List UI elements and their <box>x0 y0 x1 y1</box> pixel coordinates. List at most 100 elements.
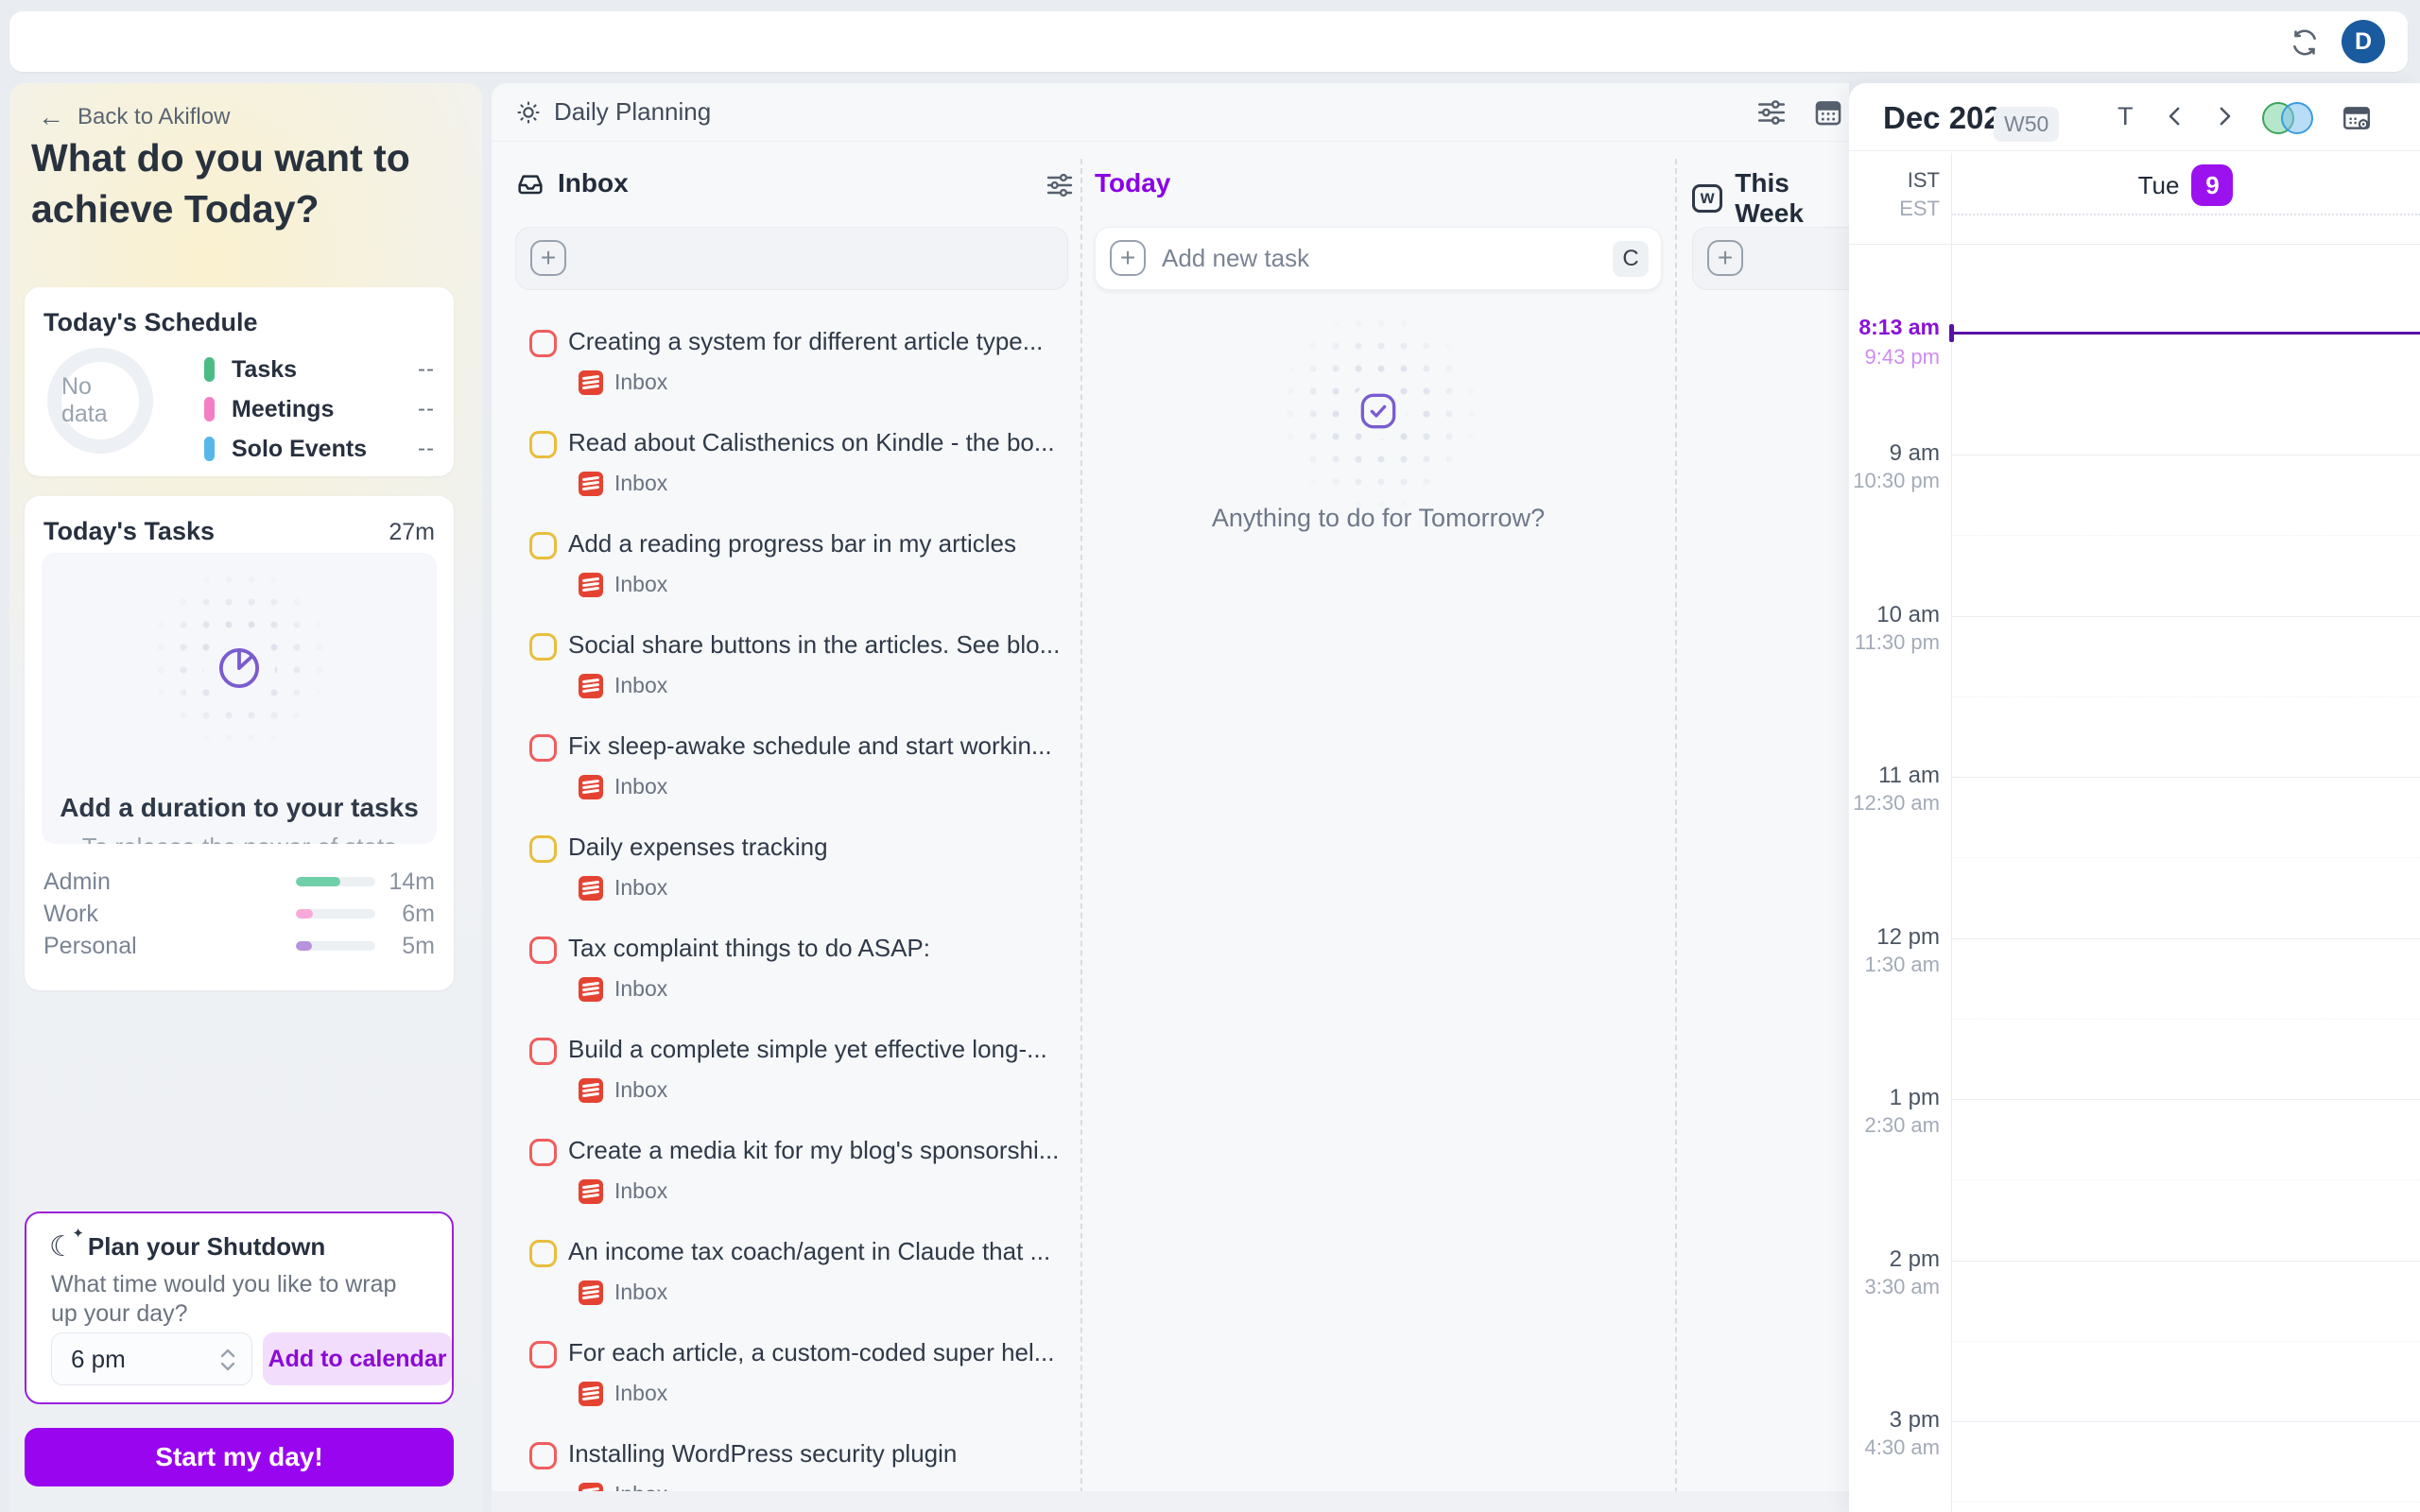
half-hour-line <box>1951 857 2420 858</box>
task-checkbox[interactable] <box>529 1139 557 1166</box>
task-checkbox[interactable] <box>529 633 557 661</box>
hour-row[interactable]: 9 am 10:30 pm <box>1849 455 2420 616</box>
task-row[interactable]: Social share buttons in the articles. Se… <box>515 625 1068 726</box>
day-header[interactable]: Tue 9 <box>1951 163 2420 208</box>
stat-bar-track <box>296 909 375 919</box>
stat-bar-track <box>296 941 375 951</box>
w-key-icon: w <box>1692 184 1722 213</box>
inbox-add-task[interactable]: + <box>515 227 1068 290</box>
hour-row[interactable]: 12 pm 1:30 am <box>1849 938 2420 1100</box>
legend-label: Tasks <box>232 356 297 384</box>
task-row[interactable]: Daily expenses tracking Inbox <box>515 827 1068 928</box>
todoist-icon <box>579 1179 603 1204</box>
hour-label-primary: 10 am <box>1849 602 1940 628</box>
task-checkbox[interactable] <box>529 734 557 762</box>
daily-planning-board: Daily Planning Inbox <box>492 83 1849 1512</box>
task-source-label: Inbox <box>614 1280 667 1305</box>
hour-row[interactable]: 1 pm 2:30 am <box>1849 1099 2420 1261</box>
hour-label-primary: 11 am <box>1849 763 1940 789</box>
stat-bar-track <box>296 877 375 886</box>
hour-line <box>1951 1421 2420 1422</box>
week-number-badge: W50 <box>1994 107 2059 142</box>
task-checkbox[interactable] <box>529 1341 557 1368</box>
day-number-badge: 9 <box>2191 164 2233 206</box>
stat-label: Work <box>43 901 98 928</box>
task-title: Create a media kit for my blog's sponsor… <box>568 1136 1059 1165</box>
stat-bar-fill <box>296 877 340 886</box>
avatar[interactable]: D <box>2342 20 2385 63</box>
task-checkbox[interactable] <box>529 1038 557 1065</box>
stat-row: Work 6m <box>43 898 435 930</box>
horizontal-scroll-track[interactable] <box>492 1491 1849 1512</box>
task-row[interactable]: Create a media kit for my blog's sponsor… <box>515 1130 1068 1231</box>
task-checkbox[interactable] <box>529 431 557 458</box>
chevron-left-icon[interactable] <box>2161 102 2189 130</box>
task-row[interactable]: Creating a system for different article … <box>515 321 1068 422</box>
time-stepper-icon <box>217 1347 238 1373</box>
allday-separator <box>1951 214 2420 215</box>
task-source: Inbox <box>579 1077 667 1103</box>
back-link[interactable]: ← Back to Akiflow <box>38 102 230 132</box>
task-row[interactable]: Fix sleep-awake schedule and start worki… <box>515 726 1068 827</box>
shortcut-key-badge: C <box>1613 241 1649 277</box>
today-add-task-input[interactable]: + Add new task C <box>1095 227 1662 290</box>
calendar-layers-icon[interactable] <box>2262 102 2325 134</box>
shutdown-time-value: 6 pm <box>71 1345 126 1374</box>
task-source: Inbox <box>579 774 667 799</box>
hour-label-secondary: 10:30 pm <box>1849 469 1940 493</box>
task-title: Fix sleep-awake schedule and start worki… <box>568 731 1052 761</box>
start-my-day-button[interactable]: Start my day! <box>25 1428 454 1486</box>
planner-filter-icon[interactable] <box>1755 96 1788 129</box>
today-shortcut-button[interactable]: T <box>2118 102 2134 131</box>
task-row[interactable]: Tax complaint things to do ASAP: Inbox <box>515 928 1068 1029</box>
todays-tasks-card: Today's Tasks 27m Add a duration to your… <box>25 496 454 990</box>
task-title: An income tax coach/agent in Claude that… <box>568 1237 1050 1266</box>
planner-calendar-icon[interactable] <box>1812 96 1844 129</box>
task-row[interactable]: Build a complete simple yet effective lo… <box>515 1029 1068 1130</box>
back-label: Back to Akiflow <box>78 104 230 130</box>
add-icon: + <box>1707 240 1743 276</box>
task-row[interactable]: An income tax coach/agent in Claude that… <box>515 1231 1068 1332</box>
task-source: Inbox <box>579 1280 667 1305</box>
schedule-legend: Tasks -- Meetings -- Solo Events -- <box>204 350 437 469</box>
calendar-settings-icon[interactable] <box>2341 102 2373 134</box>
shutdown-question: What time would you like to wrap up your… <box>51 1270 429 1329</box>
task-checkbox[interactable] <box>529 936 557 964</box>
task-checkbox[interactable] <box>529 835 557 863</box>
task-source-label: Inbox <box>614 369 667 395</box>
task-row[interactable]: For each article, a custom-coded super h… <box>515 1332 1068 1434</box>
hour-line <box>1951 1099 2420 1100</box>
timezone-primary: IST <box>1849 168 1940 193</box>
shutdown-time-select[interactable]: 6 pm <box>51 1332 252 1385</box>
task-source: Inbox <box>579 369 667 395</box>
hour-row[interactable]: 10 am 11:30 pm <box>1849 616 2420 778</box>
task-checkbox[interactable] <box>529 1442 557 1469</box>
half-hour-line <box>1951 1019 2420 1020</box>
task-title: Add a reading progress bar in my article… <box>568 529 1016 558</box>
inbox-filter-icon[interactable] <box>1045 170 1075 200</box>
task-row[interactable]: Add a reading progress bar in my article… <box>515 524 1068 625</box>
stat-label: Personal <box>43 933 137 960</box>
today-column-header: Today <box>1095 168 1170 198</box>
task-checkbox[interactable] <box>529 532 557 559</box>
tasks-empty-panel: Add a duration to your tasks To release … <box>42 553 437 844</box>
hour-row[interactable]: 3 pm 4:30 am <box>1849 1421 2420 1512</box>
task-source: Inbox <box>579 572 667 597</box>
add-to-calendar-button[interactable]: Add to calendar <box>263 1332 452 1385</box>
hour-label-secondary: 2:30 am <box>1849 1113 1940 1138</box>
no-data-donut: No data <box>47 348 153 454</box>
tasks-total-duration: 27m <box>389 519 435 546</box>
chevron-right-icon[interactable] <box>2210 102 2238 130</box>
todoist-icon <box>579 1280 603 1305</box>
task-title: Social share buttons in the articles. Se… <box>568 630 1060 660</box>
sync-icon[interactable] <box>2289 26 2321 59</box>
week-add-task[interactable]: + <box>1692 227 1849 290</box>
task-title: Installing WordPress security plugin <box>568 1439 957 1469</box>
task-checkbox[interactable] <box>529 1240 557 1267</box>
hour-row[interactable]: 2 pm 3:30 am <box>1849 1261 2420 1422</box>
current-time-line <box>1951 332 2420 335</box>
hour-row[interactable]: 11 am 12:30 am <box>1849 777 2420 938</box>
task-checkbox[interactable] <box>529 330 557 357</box>
task-row[interactable]: Read about Calisthenics on Kindle - the … <box>515 422 1068 524</box>
todoist-icon <box>579 775 603 799</box>
